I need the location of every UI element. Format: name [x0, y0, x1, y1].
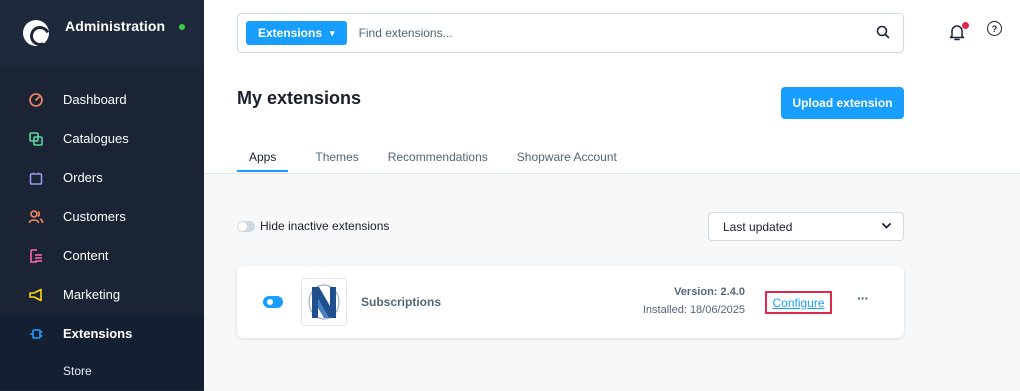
sidebar-item-label: Dashboard	[63, 92, 127, 107]
more-actions-button[interactable]: ···	[857, 290, 869, 306]
upload-extension-button[interactable]: Upload extension	[781, 87, 904, 119]
tab-apps[interactable]: Apps	[237, 150, 289, 172]
sidebar-item-label: Catalogues	[63, 131, 129, 146]
extension-installed-date: Installed: 18/06/2025	[642, 304, 745, 316]
tabs: Apps Themes Recommendations Shopware Acc…	[237, 150, 646, 174]
sidebar-item-label: Content	[63, 248, 109, 263]
sidebar-item-dashboard[interactable]: Dashboard	[0, 80, 204, 119]
sidebar-item-extensions[interactable]: Extensions	[0, 314, 204, 353]
extension-card: Subscriptions Version: 2.4.0 Installed: …	[237, 266, 904, 338]
sidebar: Administration Dashboard Catalogues Orde…	[0, 0, 204, 391]
extension-active-toggle[interactable]	[263, 296, 283, 308]
sidebar-item-label: Marketing	[63, 287, 121, 302]
search-icon[interactable]	[876, 25, 890, 42]
hide-inactive-toggle-row: Hide inactive extensions	[237, 219, 389, 233]
search-type-label: Extensions	[258, 26, 323, 40]
sidebar-item-marketing[interactable]: Marketing	[0, 275, 204, 314]
orders-icon	[28, 170, 44, 186]
tab-recommendations[interactable]: Recommendations	[388, 150, 488, 172]
shopware-logo[interactable]	[23, 20, 49, 46]
customers-icon	[28, 209, 44, 225]
sidebar-nav: Dashboard Catalogues Orders Customers Co…	[0, 66, 204, 389]
status-dot	[179, 24, 186, 30]
sidebar-item-label: Orders	[63, 170, 103, 185]
extensions-icon	[28, 326, 44, 342]
hide-inactive-label: Hide inactive extensions	[260, 219, 390, 233]
chevron-down-icon	[882, 221, 891, 232]
content-icon	[28, 248, 44, 264]
extension-logo	[301, 278, 347, 326]
sidebar-subitem-store[interactable]: Store	[0, 353, 204, 389]
search-type-dropdown[interactable]: Extensions ▾	[246, 21, 347, 45]
help-icon[interactable]: ?	[987, 21, 1002, 36]
marketing-icon	[28, 287, 44, 303]
sidebar-item-customers[interactable]: Customers	[0, 197, 204, 236]
catalogue-icon	[28, 131, 44, 147]
sort-value: Last updated	[723, 219, 793, 234]
sidebar-item-label: Customers	[63, 209, 126, 224]
sidebar-subitem-label: Store	[63, 364, 92, 378]
notification-badge	[962, 22, 969, 29]
page-title: My extensions	[237, 88, 362, 108]
main-content: My extensions Upload extension Apps Them…	[204, 66, 1020, 391]
search-bar: Extensions ▾	[237, 13, 904, 53]
sidebar-item-orders[interactable]: Orders	[0, 158, 204, 197]
sidebar-item-label: Extensions	[63, 326, 133, 341]
configure-link[interactable]: Configure	[765, 291, 832, 314]
hide-inactive-toggle[interactable]	[237, 220, 255, 232]
sidebar-item-content[interactable]: Content	[0, 236, 204, 275]
tab-themes[interactable]: Themes	[315, 150, 358, 172]
tab-shopware-account[interactable]: Shopware Account	[517, 150, 617, 172]
chevron-down-icon: ▾	[330, 27, 335, 38]
extension-version: Version: 2.4.0	[674, 286, 745, 298]
search-input[interactable]	[358, 26, 859, 40]
sidebar-header: Administration	[0, 0, 204, 66]
sidebar-title: Administration	[65, 18, 166, 34]
sort-select[interactable]: Last updated	[708, 212, 904, 241]
extension-name: Subscriptions	[361, 295, 442, 309]
dashboard-icon	[28, 92, 44, 108]
sidebar-item-catalogues[interactable]: Catalogues	[0, 119, 204, 158]
topbar: Extensions ▾ ?	[204, 0, 1020, 66]
